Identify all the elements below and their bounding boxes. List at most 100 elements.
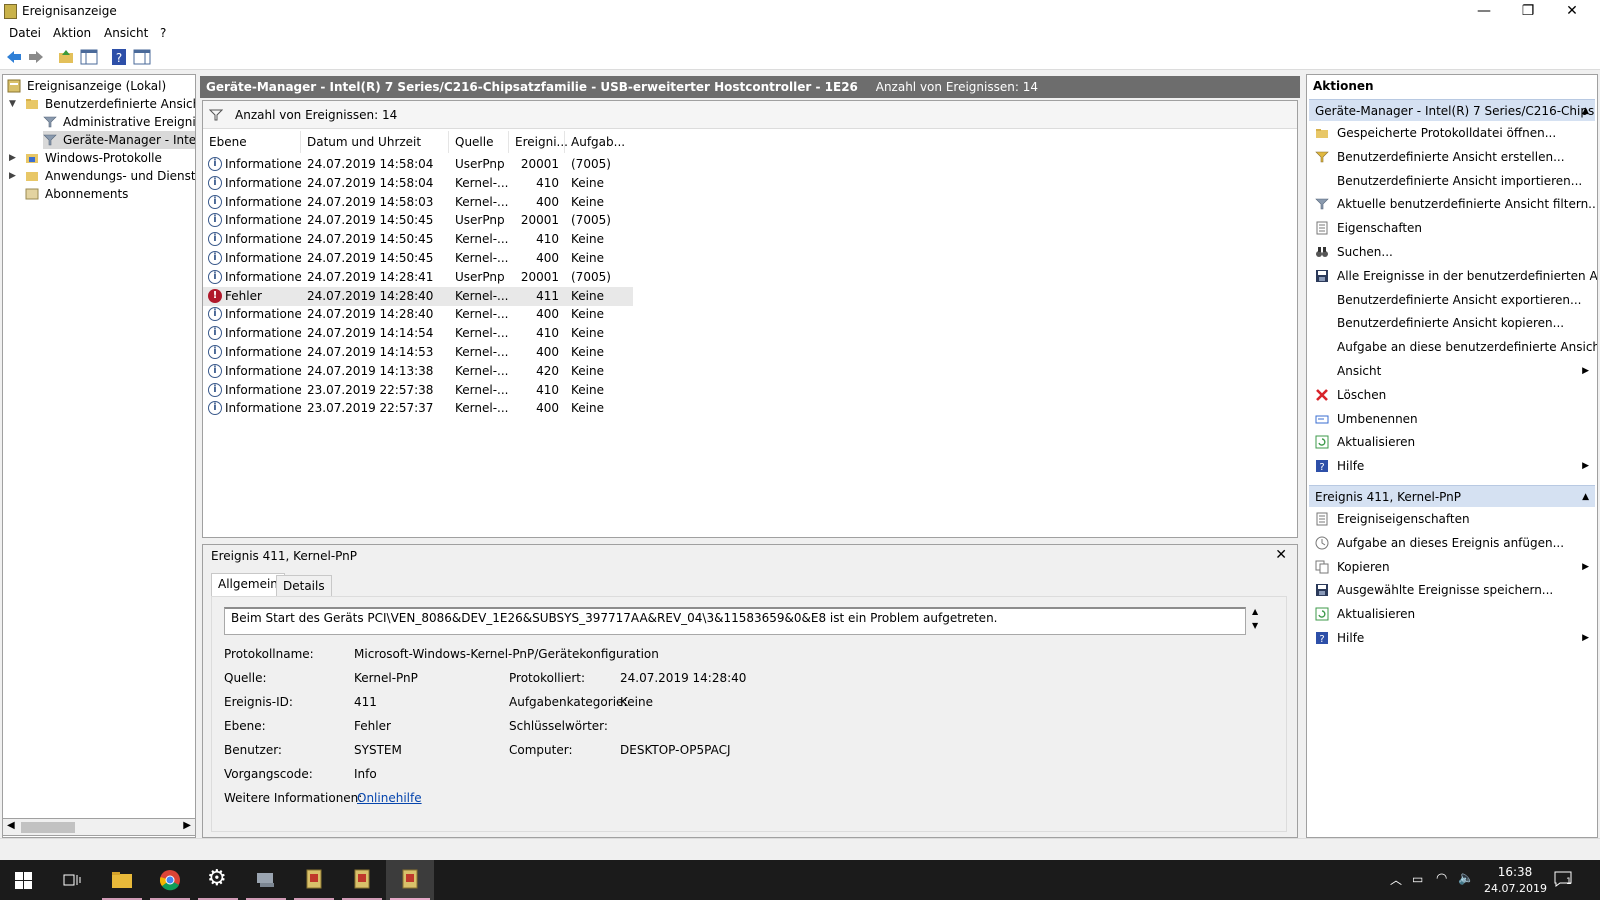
taskbar-event-viewer-2[interactable] [338,860,386,900]
clock-time[interactable]: 16:38 [1490,865,1540,879]
tree-item-event-viewer[interactable]: Ereignisanzeige (Lokal) [7,77,195,95]
action-suchen[interactable]: Suchen... [1307,241,1597,263]
tree-item-custom-views[interactable]: ▼ Benutzerdefinierte Ansichten [7,95,195,113]
action-eigenschaften[interactable]: Eigenschaften [1307,217,1597,239]
wifi-icon[interactable]: ◠ [1436,871,1447,886]
column-header-level[interactable]: Ebene [203,131,301,153]
table-row[interactable]: iInformationen 24.07.2019 14:58:03 Kernel-… [203,193,633,212]
start-button[interactable] [0,860,48,900]
column-header-date[interactable]: Datum und Uhrzeit [301,131,449,153]
scroll-thumb[interactable] [21,822,75,833]
action-löschen[interactable]: Löschen [1307,384,1597,406]
help-icon[interactable]: ? [110,48,128,66]
taskbar-event-viewer-1[interactable] [290,860,338,900]
action-ansicht[interactable]: Ansicht ▶ [1307,360,1597,382]
table-row[interactable]: iInformationen 24.07.2019 14:50:45 UserPnp… [203,211,633,230]
taskbar-settings[interactable]: ⚙ [194,860,242,900]
table-row[interactable]: iInformationen 24.07.2019 14:14:54 Kernel-… [203,324,633,343]
action-ereigniseigenschaften[interactable]: Ereigniseigenschaften [1307,508,1597,530]
action-kopieren[interactable]: Kopieren ▶ [1307,556,1597,578]
action-ausgewählte-ereignisse-speichern[interactable]: Ausgewählte Ereignisse speichern... [1307,579,1597,601]
taskbar-device-app[interactable] [242,860,290,900]
scroll-up-arrow-icon[interactable]: ▲ [1252,607,1258,616]
action-gespeicherte-protokolldatei-öffnen[interactable]: Gespeicherte Protokolldatei öffnen... [1307,122,1597,144]
taskbar-event-viewer-active[interactable] [386,860,434,900]
action-umbenennen[interactable]: Umbenennen [1307,408,1597,430]
action-aufgabe-an-dieses-ereignis-anfügen[interactable]: Aufgabe an dieses Ereignis anfügen... [1307,532,1597,554]
clock-date[interactable]: 24.07.2019 [1484,882,1547,895]
table-row[interactable]: iInformationen 24.07.2019 14:14:53 Kernel-… [203,343,633,362]
tree-item-subscriptions[interactable]: Abonnements [7,185,195,203]
action-hilfe[interactable]: ? Hilfe ▶ [1307,627,1597,649]
actions-section-event[interactable]: Ereignis 411, Kernel-PnP ▲ [1309,485,1595,507]
show-hide-action-icon[interactable] [133,48,151,66]
table-row[interactable]: iInformationen 24.07.2019 14:28:41 UserPnp… [203,268,633,287]
taskbar-file-explorer[interactable] [98,860,146,900]
tree-item-application-logs[interactable]: ▶ Anwendungs- und Dienstprotokolle [7,167,195,185]
table-row[interactable]: iInformationen 24.07.2019 14:50:45 Kernel-… [203,249,633,268]
table-row[interactable]: iInformationen 24.07.2019 14:50:45 Kernel-… [203,230,633,249]
action-aktualisieren[interactable]: Aktualisieren [1307,603,1597,625]
cell-event-id: 410 [536,175,559,190]
table-row[interactable]: iInformationen 24.07.2019 14:28:40 Kernel-… [203,305,633,324]
action-benutzerdefinierte-ansicht-kopieren[interactable]: Benutzerdefinierte Ansicht kopieren... [1307,312,1597,334]
table-row[interactable]: iInformationen 23.07.2019 22:57:37 Kernel-… [203,399,633,418]
menu-ansicht[interactable]: Ansicht [104,26,148,40]
actions-section-view[interactable]: Geräte-Manager - Intel(R) 7 Series/C216-… [1309,99,1595,121]
column-header-task[interactable]: Aufgab... [565,131,625,153]
minimize-button[interactable]: — [1462,0,1506,24]
taskbar-chrome[interactable] [146,860,194,900]
cell-source: Kernel-... [455,307,509,322]
chevron-down-icon[interactable]: ▼ [9,95,19,113]
action-benutzerdefinierte-ansicht-importieren[interactable]: Benutzerdefinierte Ansicht importieren..… [1307,170,1597,192]
action-label: Aktualisieren [1337,607,1416,622]
table-row[interactable]: ! Fehler 24.07.2019 14:28:40 Kernel-... 411 K… [203,286,633,306]
online-help-link[interactable]: Onlinehilfe [357,791,422,805]
back-arrow-icon[interactable] [5,48,23,66]
battery-icon[interactable]: ▭ [1412,872,1423,886]
scroll-left-arrow-icon[interactable]: ◀ [7,820,15,831]
volume-icon[interactable]: 🔈 [1458,871,1474,886]
menu-aktion[interactable]: Aktion [53,26,91,40]
tree-item-administrative-events[interactable]: Administrative Ereignisse [7,113,195,131]
column-header-event-id[interactable]: Ereigni... [509,131,568,153]
tree-item-windows-logs[interactable]: ▶ Windows-Protokolle [7,149,195,167]
chevron-right-icon[interactable]: ▶ [9,167,19,185]
table-row[interactable]: iInformationen 24.07.2019 14:58:04 UserPnp… [203,155,633,174]
up-folder-icon[interactable] [57,48,75,66]
tab-details[interactable]: Details [276,575,332,597]
table-row[interactable]: iInformationen 23.07.2019 22:57:38 Kernel-… [203,381,633,400]
column-header-source[interactable]: Quelle [449,131,509,153]
tree-item-device-manager[interactable]: Geräte-Manager - Intel(R) 7 [43,131,195,149]
show-hide-tree-icon[interactable] [80,48,98,66]
event-message-box[interactable]: Beim Start des Geräts PCI\VEN_8086&DEV_1… [224,607,1246,635]
collapse-up-icon[interactable]: ▲ [1582,100,1589,121]
collapse-up-icon[interactable]: ▲ [1582,486,1589,507]
action-aufgabe-an-diese-benutzerdefinierte-ansich[interactable]: Aufgabe an diese benutzerdefinierte Ansi… [1307,336,1597,358]
action-benutzerdefinierte-ansicht-exportieren[interactable]: Benutzerdefinierte Ansicht exportieren..… [1307,289,1597,311]
action-benutzerdefinierte-ansicht-erstellen[interactable]: Benutzerdefinierte Ansicht erstellen... [1307,146,1597,168]
table-row[interactable]: iInformationen 24.07.2019 14:13:38 Kernel-… [203,362,633,381]
forward-arrow-icon[interactable] [27,48,45,66]
notification-center-button[interactable]: 1 [1554,869,1578,891]
action-aktualisieren[interactable]: Aktualisieren [1307,431,1597,453]
chevron-right-icon[interactable]: ▶ [9,149,19,167]
close-button[interactable]: ✕ [1550,0,1594,24]
maximize-button[interactable]: ❐ [1506,0,1550,24]
tab-general[interactable]: Allgemein [211,573,285,597]
menu-datei[interactable]: Datei [9,26,41,40]
cell-task: Keine [571,326,604,341]
table-row[interactable]: iInformationen 24.07.2019 14:58:04 Kernel-… [203,174,633,193]
scroll-down-arrow-icon[interactable]: ▼ [1252,621,1258,630]
message-scrollbar[interactable]: ▲ ▼ [1250,607,1264,635]
show-hidden-icons-chevron-icon[interactable]: ︿ [1390,871,1402,888]
tree-horizontal-scrollbar[interactable]: ◀ ▶ [2,818,196,836]
action-aktuelle-benutzerdefinierte-ansicht-filtern[interactable]: Aktuelle benutzerdefinierte Ansicht filt… [1307,193,1597,215]
task-view-button[interactable] [48,860,96,900]
menu-help[interactable]: ? [160,26,166,40]
action-alle-ereignisse-in-der-benutzerdefinierten-a[interactable]: Alle Ereignisse in der benutzerdefiniert… [1307,265,1597,287]
detail-close-icon[interactable]: ✕ [1275,547,1287,563]
action-hilfe[interactable]: ? Hilfe ▶ [1307,455,1597,477]
scroll-right-arrow-icon[interactable]: ▶ [183,820,191,831]
folder-icon [26,154,38,163]
